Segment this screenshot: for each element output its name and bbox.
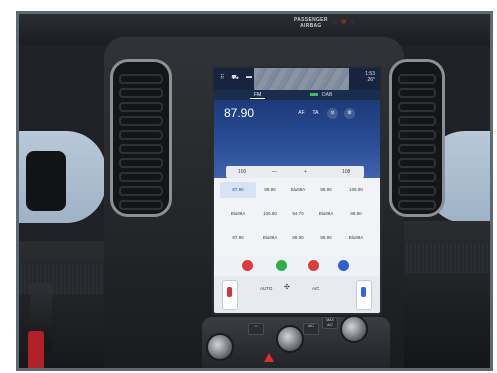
tune-down-button[interactable]: — — [272, 169, 277, 175]
preset-button[interactable]: Blu99A — [220, 206, 256, 222]
vent-slat — [398, 102, 436, 112]
tab-fm[interactable]: FM — [250, 92, 266, 99]
climate-ac-label[interactable]: A/C — [312, 286, 320, 291]
passenger-temperature-control[interactable] — [356, 280, 372, 310]
vent-slat — [398, 88, 436, 98]
heat-level — [227, 287, 232, 297]
steering-column — [26, 151, 66, 211]
key-tag — [28, 331, 44, 371]
defrost-button[interactable]: ▭ — [248, 323, 264, 335]
vent-slat — [398, 186, 436, 196]
right-air-vent[interactable] — [389, 59, 445, 217]
app-bar — [214, 256, 380, 276]
vent-slat — [119, 88, 163, 98]
temperature-knob[interactable] — [340, 315, 368, 343]
volume-knob[interactable] — [206, 333, 234, 361]
vent-slat — [398, 130, 436, 140]
lower-trim-right — [390, 243, 493, 273]
apps-icon[interactable]: ⠿ — [220, 74, 224, 82]
airbag-on-icon — [341, 19, 346, 24]
frequency-display: 87.90 — [224, 106, 255, 120]
airbag-label-line2: AIRBAG — [300, 23, 322, 29]
max-ac-button[interactable]: MAX A/C — [322, 317, 338, 329]
vent-slat — [119, 74, 163, 84]
phone-app-icon[interactable] — [276, 260, 287, 271]
preset-button[interactable]: 87.90 — [220, 230, 256, 246]
fan-icon[interactable]: ✣ — [284, 283, 290, 291]
vent-slat — [119, 102, 163, 112]
preset-button[interactable]: Blu99A — [338, 230, 374, 246]
ac-button[interactable]: A/C — [303, 323, 319, 335]
vent-slat — [119, 158, 163, 168]
photo-frame: PASSENGER AIRBAG ⠿ ⛟ ▬ 1:53 26° FM DAB 8… — [16, 11, 493, 371]
climate-auto-label[interactable]: AUTO — [260, 286, 272, 291]
scan-icon[interactable]: ⊙ — [327, 108, 338, 119]
tab-dab[interactable]: DAB — [310, 92, 332, 98]
tuning-max: 108 — [342, 169, 351, 175]
left-air-vent[interactable] — [110, 59, 172, 217]
vent-slat — [398, 74, 436, 84]
af-button[interactable]: AF — [296, 108, 307, 119]
music-app-icon[interactable] — [308, 260, 319, 271]
vent-slat — [398, 200, 436, 210]
vent-slat — [119, 172, 163, 182]
hazard-icon[interactable] — [264, 353, 274, 362]
vent-slat — [119, 200, 163, 210]
settings-app-icon[interactable] — [338, 260, 349, 271]
cool-level — [361, 287, 366, 297]
vent-slat — [119, 186, 163, 196]
climate-bar: AUTO ✣ A/C — [214, 276, 380, 313]
infotainment-screen[interactable]: ⠿ ⛟ ▬ 1:53 26° FM DAB 87.90 AF TA ⊙ ⚙ 10… — [212, 66, 382, 315]
tuning-bar[interactable]: 100 — + 108 — [226, 166, 364, 178]
outside-temperature: 26° — [367, 77, 375, 83]
vent-slat — [398, 144, 436, 154]
vent-slat — [119, 130, 163, 140]
vent-slat — [398, 116, 436, 126]
airbag-indicator: PASSENGER AIRBAG — [294, 17, 328, 29]
vent-slat — [119, 144, 163, 154]
source-tabs: FM DAB — [214, 90, 380, 100]
car-icon[interactable]: ⛟ — [231, 74, 239, 82]
tuning-min: 100 — [238, 169, 247, 175]
vent-slat — [398, 158, 436, 168]
preset-button[interactable]: 106.90 — [338, 182, 374, 198]
driver-temperature-control[interactable] — [222, 280, 238, 310]
preset-button[interactable]: 87.90 — [220, 182, 256, 198]
ta-button[interactable]: TA — [310, 108, 321, 119]
vent-slat — [398, 172, 436, 182]
radio-panel: 87.90 AF TA ⊙ ⚙ 100 — + 108 — [214, 100, 380, 178]
vent-slat — [119, 116, 163, 126]
battery-icon[interactable]: ▬ — [246, 74, 252, 82]
airbag-status-icons — [332, 19, 355, 24]
tune-up-button[interactable]: + — [304, 169, 307, 175]
radio-app-icon[interactable] — [242, 260, 253, 271]
status-bar: ⠿ ⛟ ▬ 1:53 26° — [214, 68, 380, 90]
preset-grid: 87.90 88.90 Blu99A 98.90 106.90 Blu99A 1… — [214, 178, 380, 256]
map-preview[interactable] — [254, 68, 349, 90]
airbag-off-icon — [332, 19, 337, 24]
fan-knob[interactable] — [276, 325, 304, 353]
airbag-light-icon — [350, 19, 355, 24]
settings-icon[interactable]: ⚙ — [344, 108, 355, 119]
preset-button[interactable]: 88.90 — [338, 206, 374, 222]
